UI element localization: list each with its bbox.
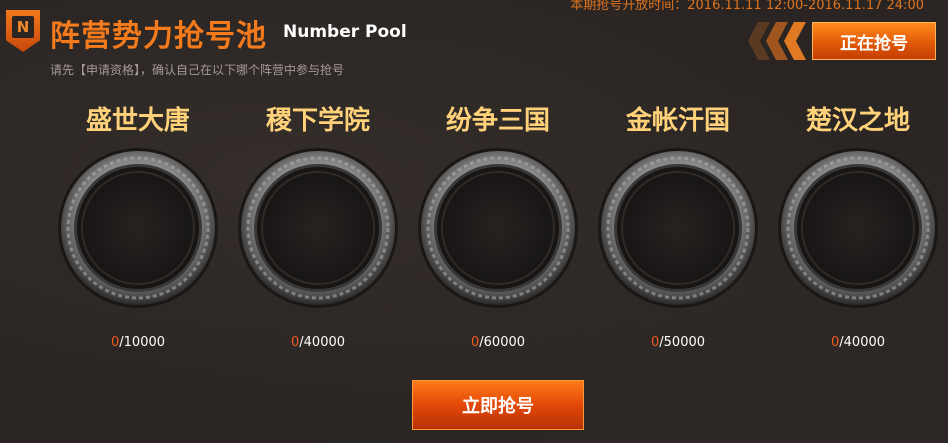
section-badge: N: [6, 10, 40, 52]
faction-card[interactable]: 稷下学院 0/40000: [232, 104, 404, 350]
faction-name: 纷争三国: [445, 106, 550, 136]
count-total: /10000: [119, 335, 166, 350]
faction-disc[interactable]: [596, 146, 760, 310]
stone-ring-icon: [778, 148, 938, 308]
stone-ring-icon: [58, 148, 218, 308]
faction-card[interactable]: 楚汉之地 0/40000: [772, 104, 944, 350]
faction-disc[interactable]: [236, 146, 400, 310]
open-period-value: 2016.11.11 12:00-2016.11.17 24:00: [687, 0, 924, 13]
stone-ring-icon: [598, 148, 758, 308]
faction-name: 稷下学院: [265, 106, 370, 136]
faction-name: 金帐汗国: [625, 106, 730, 136]
faction-count: 0/40000: [772, 335, 944, 350]
faction-count: 0/60000: [412, 335, 584, 350]
faction-count: 0/10000: [52, 335, 224, 350]
page-subtitle: Number Pool: [283, 22, 407, 42]
faction-disc[interactable]: [776, 146, 940, 310]
stone-ring-icon: [238, 148, 398, 308]
faction-count: 0/50000: [592, 335, 764, 350]
count-total: /40000: [299, 335, 346, 350]
faction-card[interactable]: 金帐汗国 0/50000: [592, 104, 764, 350]
count-total: /50000: [659, 335, 706, 350]
chevrons-icon: [748, 22, 806, 60]
open-period-label: 本期抢号开放时间：: [570, 0, 688, 13]
stone-ring-icon: [418, 148, 578, 308]
faction-count: 0/40000: [232, 335, 404, 350]
faction-disc[interactable]: [56, 146, 220, 310]
count-total: /60000: [479, 335, 526, 350]
instruction-text: 请先【申请资格】，确认自己在以下哪个阵营中参与抢号: [50, 63, 345, 77]
page-title: 阵营势力抢号池: [50, 19, 267, 54]
grab-number-button[interactable]: 立即抢号: [412, 380, 584, 430]
count-total: /40000: [839, 335, 886, 350]
faction-name: 盛世大唐: [85, 106, 190, 136]
badge-letter: N: [12, 16, 34, 38]
faction-card[interactable]: 盛世大唐 0/10000: [52, 104, 224, 350]
faction-disc[interactable]: [416, 146, 580, 310]
status-button[interactable]: 正在抢号: [812, 22, 936, 60]
faction-name: 楚汉之地: [805, 106, 910, 136]
open-period: 本期抢号开放时间：2016.11.11 12:00-2016.11.17 24:…: [570, 0, 924, 13]
faction-card[interactable]: 纷争三国 0/60000: [412, 104, 584, 350]
